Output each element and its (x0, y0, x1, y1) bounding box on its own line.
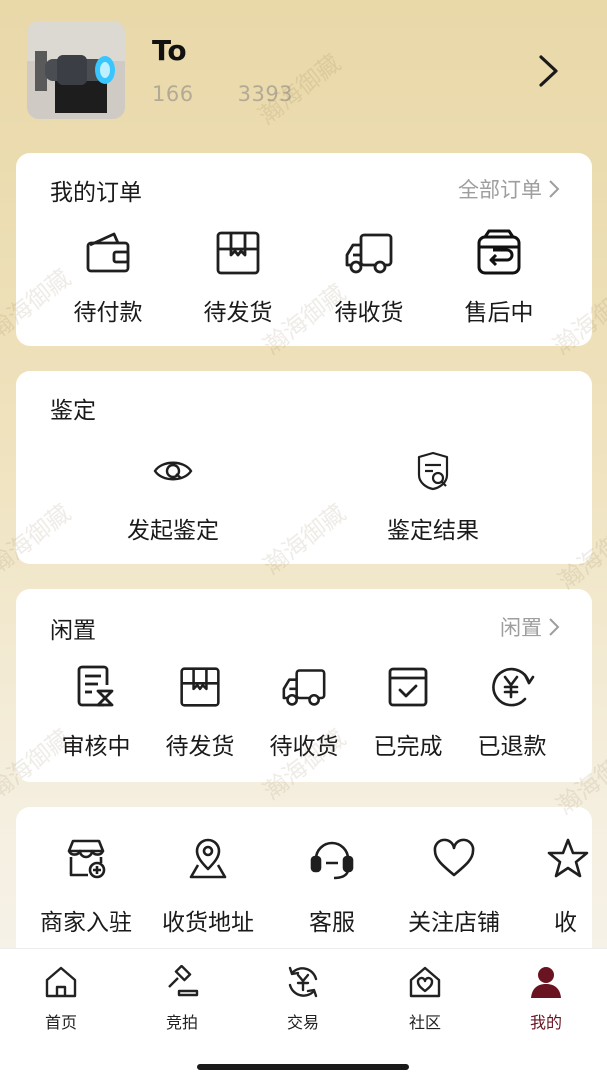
appraisal-title: 鉴定 (50, 398, 96, 424)
idle-item-label: 已退款 (477, 734, 547, 760)
phone-suffix: 3393 (237, 82, 294, 106)
service-item-label: 收 (554, 910, 577, 936)
calendar-check-icon (388, 667, 428, 707)
service-item-label: 关注店铺 (408, 910, 500, 936)
order-item-label: 待发货 (203, 300, 273, 326)
return-box-icon (477, 229, 521, 275)
store-add-icon (67, 839, 106, 879)
idle-completed[interactable]: 已完成 (358, 665, 458, 761)
chevron-right-icon[interactable] (532, 52, 566, 90)
idle-pending-receipt[interactable]: 待收货 (254, 665, 354, 761)
heart-icon (433, 838, 475, 877)
appraisal-card: 鉴定 发起鉴定 鉴定结果 (16, 371, 592, 564)
bottom-tab-bar: 首页 竞拍 交易 社区 我的 (0, 948, 607, 1081)
phone-prefix: 166 (152, 82, 194, 106)
tab-mine[interactable]: 我的 (501, 965, 591, 1033)
idle-refunded[interactable]: 已退款 (462, 665, 562, 761)
all-orders-link[interactable]: 全部订单 (458, 174, 560, 204)
idle-link[interactable]: 闲置 (500, 612, 560, 642)
chevron-right-icon (549, 180, 560, 198)
document-hourglass-icon (77, 665, 114, 707)
service-item-label: 商家入驻 (40, 910, 132, 936)
gavel-icon (168, 965, 199, 997)
order-pending-receipt[interactable]: 待收货 (319, 229, 419, 327)
star-icon (547, 838, 589, 878)
refund-yen-icon (492, 667, 535, 707)
appraisal-results[interactable]: 鉴定结果 (368, 451, 498, 545)
home-icon (45, 966, 77, 998)
tab-label: 我的 (529, 1013, 562, 1032)
order-after-sales[interactable]: 售后中 (449, 229, 549, 327)
orders-title: 我的订单 (50, 180, 142, 206)
wallet-icon (86, 232, 130, 273)
all-orders-label: 全部订单 (458, 178, 542, 202)
services-card: 商家入驻 收货地址 客服 关注店铺 收 (16, 807, 592, 967)
document-search-icon (417, 451, 449, 491)
avatar[interactable] (27, 21, 125, 119)
tab-label: 竞拍 (165, 1013, 198, 1032)
service-favorites[interactable]: 收 (546, 837, 592, 937)
headset-icon (310, 841, 354, 880)
idle-item-label: 待发货 (165, 734, 235, 760)
chevron-right-icon (549, 618, 560, 636)
tab-label: 社区 (408, 1013, 441, 1032)
order-item-label: 售后中 (464, 300, 534, 326)
appraisal-item-label: 发起鉴定 (127, 518, 219, 544)
username: To (152, 34, 187, 67)
tab-label: 交易 (286, 1013, 319, 1032)
service-customer-service[interactable]: 客服 (272, 837, 392, 937)
service-merchant-join[interactable]: 商家入驻 (26, 837, 146, 937)
order-pending-payment[interactable]: 待付款 (58, 229, 158, 327)
package-icon (216, 231, 260, 275)
order-item-label: 待收货 (334, 300, 404, 326)
package-icon (180, 667, 220, 707)
idle-card: 闲置 闲置 审核中 待发货 待收货 已完成 已退款 (16, 589, 592, 782)
truck-icon (345, 233, 393, 274)
service-shipping-address[interactable]: 收货地址 (148, 837, 268, 937)
tab-auction[interactable]: 竞拍 (137, 965, 227, 1033)
orders-card: 我的订单 全部订单 待付款 待发货 待收货 售后中 (16, 153, 592, 346)
idle-title: 闲置 (50, 618, 96, 644)
phone-number: 166 3393 (152, 82, 293, 106)
order-pending-shipment[interactable]: 待发货 (188, 229, 288, 327)
profile-header[interactable]: To 166 3393 (0, 0, 607, 140)
person-icon (531, 967, 561, 998)
appraisal-item-label: 鉴定结果 (387, 518, 479, 544)
home-indicator (197, 1064, 409, 1070)
idle-item-label: 已完成 (373, 734, 443, 760)
idle-item-label: 审核中 (61, 734, 131, 760)
service-followed-shops[interactable]: 关注店铺 (394, 837, 514, 937)
start-appraisal[interactable]: 发起鉴定 (108, 451, 238, 545)
eye-icon (153, 461, 193, 481)
order-item-label: 待付款 (73, 300, 143, 326)
service-item-label: 客服 (309, 910, 355, 936)
location-pin-icon (189, 838, 227, 879)
idle-under-review[interactable]: 审核中 (46, 665, 146, 761)
community-house-heart-icon (409, 966, 441, 998)
tab-trade[interactable]: 交易 (258, 965, 348, 1033)
service-item-label: 收货地址 (162, 910, 254, 936)
idle-link-label: 闲置 (500, 616, 542, 640)
yen-exchange-icon (288, 966, 318, 998)
tab-community[interactable]: 社区 (380, 965, 470, 1033)
idle-item-label: 待收货 (269, 734, 339, 760)
tab-label: 首页 (44, 1013, 77, 1032)
truck-icon (282, 669, 326, 706)
tab-home[interactable]: 首页 (16, 965, 106, 1033)
idle-pending-shipment[interactable]: 待发货 (150, 665, 250, 761)
